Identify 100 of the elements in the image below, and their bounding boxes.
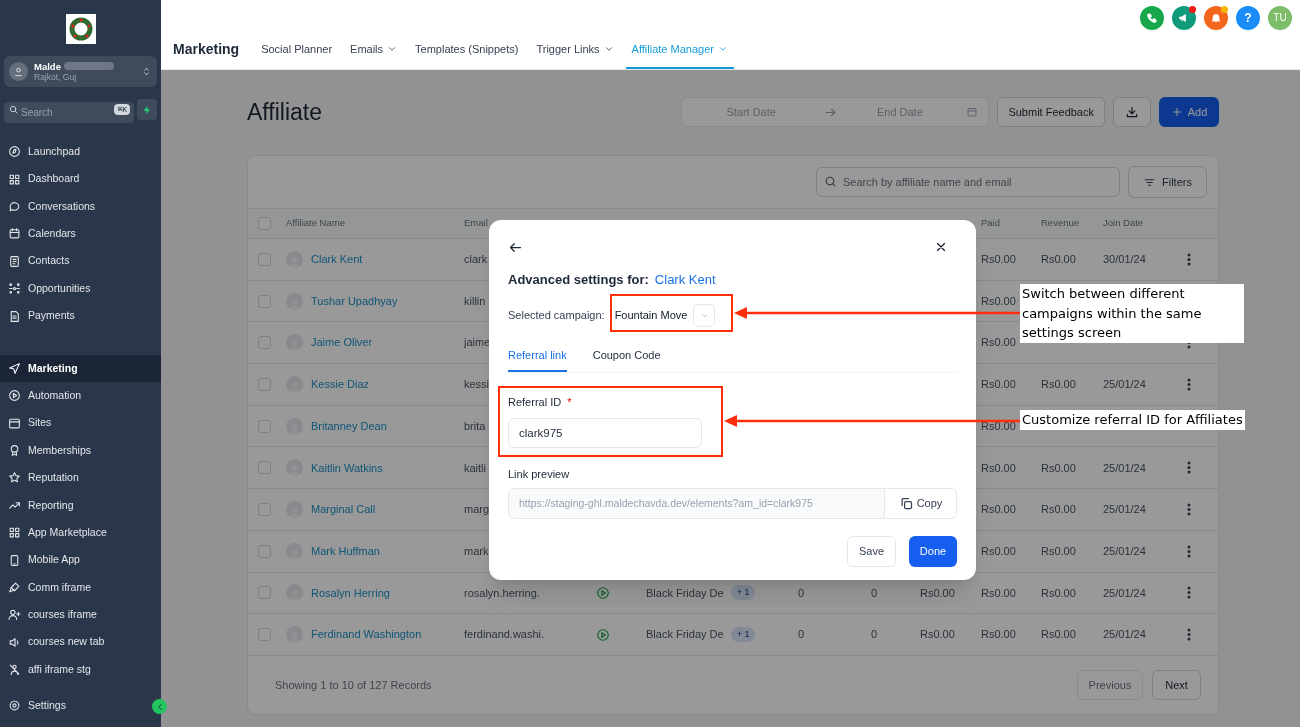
- more-options-icon[interactable]: [1187, 377, 1191, 391]
- sidebar-item[interactable]: Marketing: [0, 354, 161, 383]
- checkbox[interactable]: [258, 544, 271, 558]
- table-cell: Rs0.00: [1041, 544, 1076, 557]
- checkbox[interactable]: [258, 294, 271, 308]
- filters-button[interactable]: Filters: [1128, 166, 1207, 198]
- phone-button[interactable]: [1140, 5, 1164, 30]
- sidebar-item[interactable]: Dashboard: [0, 165, 161, 193]
- sidebar-item[interactable]: Reporting: [0, 491, 161, 520]
- previous-button[interactable]: Previous: [1077, 669, 1143, 700]
- table-cell: kessi: [464, 378, 490, 391]
- column-header: Revenue: [1041, 217, 1080, 229]
- nav-tab[interactable]: Templates (Snippets): [409, 35, 525, 69]
- sidebar-item[interactable]: Reputation: [0, 464, 161, 492]
- checkbox[interactable]: [258, 336, 271, 350]
- sidebar-item[interactable]: courses new tab: [0, 628, 161, 657]
- table-cell: brita: [464, 419, 486, 432]
- campaign-label: Selected campaign:: [508, 307, 605, 323]
- table-cell: Rs0.00: [981, 253, 1016, 266]
- column-header: Email: [464, 217, 488, 229]
- search-field[interactable]: Search by affiliate name and email: [816, 167, 1120, 197]
- dialog-tab[interactable]: Coupon Code: [592, 346, 661, 372]
- play-circle-icon: [596, 585, 610, 600]
- sidebar-item[interactable]: Sites: [0, 409, 161, 437]
- play-circle-icon: [8, 389, 21, 403]
- sidebar-item[interactable]: Mobile App: [0, 546, 161, 574]
- save-button[interactable]: Save: [847, 536, 896, 567]
- next-button[interactable]: Next: [1152, 669, 1201, 700]
- more-options-icon[interactable]: [1187, 544, 1191, 558]
- gear-icon: [8, 699, 21, 712]
- table-cell: Rs0.00: [1041, 628, 1076, 641]
- add-button[interactable]: Add: [1159, 97, 1219, 127]
- close-button[interactable]: [934, 240, 948, 254]
- more-options-icon[interactable]: [1187, 461, 1191, 475]
- sidebar-item[interactable]: App Marketplace: [0, 519, 161, 547]
- checkbox[interactable]: [258, 628, 271, 642]
- play-circle-icon: [596, 627, 610, 642]
- more-options-icon[interactable]: [1187, 502, 1191, 516]
- referral-id-field[interactable]: clark975: [508, 417, 702, 448]
- table-cell: Rs0.00: [981, 419, 1016, 432]
- close-icon: [934, 240, 948, 254]
- table-cell: Rs0.00: [1041, 253, 1076, 266]
- user-plus-icon: [8, 608, 21, 622]
- nav-tab[interactable]: Social Planner: [255, 35, 339, 69]
- sidebar-item[interactable]: Payments: [0, 302, 161, 330]
- table-cell: Rs0.00: [981, 586, 1016, 599]
- table-cell: mark: [464, 544, 489, 557]
- document-icon: [8, 309, 21, 323]
- sidebar-item[interactable]: Launchpad: [0, 138, 161, 166]
- sidebar-item[interactable]: Settings: [0, 692, 140, 719]
- sidebar-item[interactable]: Memberships: [0, 436, 161, 465]
- table-cell: 0: [871, 628, 878, 641]
- bell-button[interactable]: [1204, 5, 1228, 30]
- table-cell: clark: [464, 253, 488, 266]
- crossed-person-icon: [8, 663, 21, 677]
- more-options-icon[interactable]: [1187, 252, 1191, 266]
- sidebar-item[interactable]: Conversations: [0, 192, 161, 221]
- affiliate-name-link[interactable]: Clark Kent: [654, 270, 716, 290]
- nav-tab[interactable]: Trigger Links: [530, 35, 620, 69]
- redaction-block: [63, 62, 114, 70]
- annotation-note: Customize referral ID for Affiliates: [1020, 410, 1245, 430]
- campaign-select[interactable]: Fountain Move: [608, 303, 716, 327]
- submit-feedback-button[interactable]: Submit Feedback: [997, 97, 1105, 127]
- quick-action-button[interactable]: [137, 99, 157, 120]
- download-button[interactable]: [1113, 97, 1151, 127]
- copy-button[interactable]: Copy: [885, 488, 957, 519]
- sidebar-item[interactable]: Calendars: [0, 220, 161, 248]
- annotation-note: Switch between different campaigns within the same settings screen: [1020, 284, 1244, 343]
- checkbox[interactable]: [258, 419, 271, 433]
- pencil-icon: [8, 581, 21, 595]
- checkbox[interactable]: [258, 461, 271, 475]
- sidebar-item[interactable]: Opportunities: [0, 274, 161, 303]
- checkbox[interactable]: [258, 502, 271, 516]
- more-options-icon[interactable]: [1187, 628, 1191, 642]
- table-cell: Rs0.00: [981, 544, 1016, 557]
- checkbox[interactable]: [258, 377, 271, 391]
- megaphone-button[interactable]: [1172, 5, 1196, 30]
- grid-icon: [8, 172, 21, 186]
- records-summary: Showing 1 to 10 of 127 Records: [275, 677, 432, 693]
- section-title: Marketing: [173, 39, 240, 59]
- sidebar-item[interactable]: courses iframe: [0, 601, 161, 629]
- table-cell: Rs0.00: [1041, 378, 1076, 391]
- sidebar-item[interactable]: affi iframe stg: [0, 656, 161, 684]
- sidebar-item[interactable]: Comm iframe: [0, 573, 161, 602]
- checkbox[interactable]: [258, 252, 271, 266]
- more-options-icon[interactable]: [1187, 586, 1191, 600]
- table-cell: Rs0.00: [1041, 586, 1076, 599]
- sidebar-item[interactable]: Contacts: [0, 247, 161, 275]
- table-cell: marg: [464, 503, 490, 516]
- phone-icon: [1146, 11, 1158, 24]
- checkbox[interactable]: [258, 217, 271, 230]
- account-switcher[interactable]: Malde Rajkot, Guj: [4, 56, 157, 87]
- dialog-tab[interactable]: Referral link: [508, 346, 567, 372]
- column-header: Paid: [981, 217, 1000, 229]
- grid-icon: [8, 526, 21, 540]
- checkbox[interactable]: [258, 586, 271, 600]
- sidebar-item[interactable]: Automation: [0, 382, 161, 410]
- table-cell: 25/01/24: [1103, 586, 1146, 599]
- nav-tab[interactable]: Emails: [344, 35, 404, 69]
- done-button[interactable]: Done: [909, 536, 957, 567]
